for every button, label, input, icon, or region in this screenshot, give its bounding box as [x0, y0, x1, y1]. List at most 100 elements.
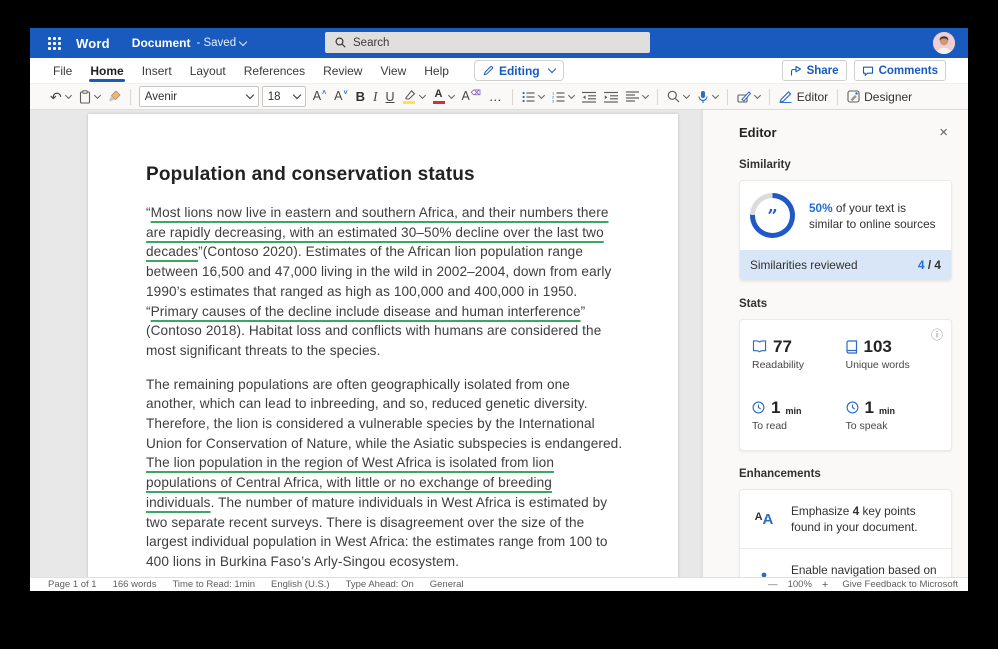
tab-home[interactable]: Home — [81, 58, 132, 83]
chevron-down-icon — [568, 91, 575, 98]
align-icon — [626, 91, 639, 102]
title-bar: Word Document - Saved Search — [30, 28, 968, 58]
ink-pen-icon — [737, 90, 751, 103]
similarity-percent: 50% — [809, 201, 833, 215]
stat-time-to-speak: 1min To speak — [846, 399, 940, 432]
clock-icon — [846, 401, 859, 414]
app-name: Word — [76, 36, 110, 51]
tab-review[interactable]: Review — [314, 58, 371, 83]
chevron-down-icon — [754, 91, 761, 98]
close-icon[interactable]: × — [935, 123, 952, 142]
designer-button[interactable]: Designer — [844, 86, 915, 107]
document-title[interactable]: Document — [132, 36, 191, 50]
find-button[interactable] — [664, 86, 692, 107]
bullets-button[interactable] — [519, 86, 547, 107]
tab-help[interactable]: Help — [415, 58, 458, 83]
format-painter-button[interactable] — [105, 86, 124, 107]
paste-button[interactable] — [76, 86, 103, 107]
editor-pane-title: Editor — [739, 125, 777, 140]
font-color-button[interactable]: A — [430, 86, 457, 107]
document-canvas: Population and conservation status “Most… — [30, 110, 703, 577]
font-name-select[interactable]: Avenir — [139, 86, 259, 107]
info-icon[interactable]: ⓘ — [931, 326, 943, 343]
stat-time-to-read: 1min To read — [752, 399, 846, 432]
emphasize-icon: AA — [750, 511, 778, 528]
chevron-down-icon — [94, 91, 101, 98]
ink-editor-button[interactable] — [734, 86, 763, 107]
save-status[interactable]: - Saved — [196, 37, 246, 49]
chevron-down-icon — [712, 91, 719, 98]
more-formatting-button[interactable]: … — [486, 86, 506, 107]
highlight-button[interactable] — [400, 86, 428, 107]
paragraph-2: The remaining populations are often geog… — [146, 375, 623, 572]
dictate-button[interactable] — [694, 86, 721, 107]
font-size-select[interactable]: 18 — [262, 86, 306, 107]
comment-icon — [862, 65, 874, 77]
zoom-out-button[interactable]: — — [768, 579, 778, 590]
designer-icon — [847, 90, 860, 103]
undo-button[interactable]: ↶ — [47, 86, 74, 107]
underline-button[interactable]: U — [383, 86, 398, 107]
book-open-icon — [752, 340, 767, 353]
app-launcher-icon[interactable] — [48, 37, 61, 50]
tab-file[interactable]: File — [44, 58, 81, 83]
stat-readability: 77 Readability — [752, 338, 846, 371]
enhancements-card: AA Emphasize 4 key points found in your … — [739, 489, 952, 577]
editing-mode-label: Editing — [499, 64, 540, 78]
zoom-in-button[interactable]: + — [822, 579, 828, 591]
alignment-button[interactable] — [623, 86, 651, 107]
search-placeholder: Search — [353, 37, 389, 49]
ribbon-tab-bar: File Home Insert Layout References Revie… — [30, 58, 968, 84]
clear-formatting-button[interactable]: A⌫ — [459, 86, 484, 107]
language[interactable]: English (U.S.) — [271, 579, 330, 590]
similarities-reviewed-row[interactable]: Similarities reviewed 4 / 4 — [740, 250, 951, 280]
search-input[interactable]: Search — [325, 32, 650, 53]
editor-pane: Editor × Similarity ” 50% of your text i… — [703, 110, 968, 577]
chevron-down-icon — [239, 37, 247, 45]
decrease-indent-button[interactable] — [579, 86, 599, 107]
italic-button[interactable]: I — [370, 86, 381, 107]
share-label: Share — [807, 65, 839, 77]
comments-button[interactable]: Comments — [854, 60, 946, 81]
word-count[interactable]: 166 words — [113, 579, 157, 590]
bold-button[interactable]: B — [353, 86, 368, 107]
avatar[interactable] — [933, 32, 955, 54]
stats-card: ⓘ 77 Readability 103 Unique words — [739, 319, 952, 451]
pencil-icon — [483, 65, 494, 76]
chevron-down-icon — [538, 91, 545, 98]
similarity-summary: 50% of your text is similar to online so… — [809, 200, 941, 232]
tab-layout[interactable]: Layout — [181, 58, 235, 83]
similarity-section-label: Similarity — [739, 159, 952, 171]
similarity-flagged-text[interactable]: Primary causes of the decline include di… — [151, 304, 581, 319]
tab-insert[interactable]: Insert — [133, 58, 181, 83]
outdent-icon — [582, 91, 596, 103]
type-ahead[interactable]: Type Ahead: On — [346, 579, 414, 590]
paragraph-1: “Most lions now live in eastern and sout… — [146, 203, 623, 361]
tab-view[interactable]: View — [371, 58, 415, 83]
editor-button[interactable]: Editor — [776, 86, 831, 107]
highlighter-icon — [403, 90, 416, 104]
enhancements-section-label: Enhancements — [739, 468, 952, 480]
font-name-value: Avenir — [145, 91, 177, 103]
grow-font-button[interactable]: A˄ — [310, 86, 329, 107]
document-view-mode[interactable]: General — [430, 579, 464, 590]
document-page[interactable]: Population and conservation status “Most… — [88, 114, 678, 577]
increase-indent-button[interactable] — [601, 86, 621, 107]
zoom-level[interactable]: 100% — [788, 579, 812, 590]
stat-unique-words: 103 Unique words — [846, 338, 940, 371]
page-count[interactable]: Page 1 of 1 — [48, 579, 97, 590]
share-button[interactable]: Share — [782, 60, 847, 81]
numbering-button[interactable]: 123 — [549, 86, 577, 107]
shrink-font-button[interactable]: A˅ — [331, 86, 350, 107]
tab-references[interactable]: References — [235, 58, 314, 83]
editor-pen-icon — [779, 90, 793, 103]
paintbrush-icon — [108, 90, 121, 103]
emphasize-key-points-row[interactable]: AA Emphasize 4 key points found in your … — [740, 490, 951, 548]
editing-mode-button[interactable]: Editing — [474, 60, 564, 81]
font-size-value: 18 — [268, 91, 281, 103]
bulleted-list-icon — [522, 91, 535, 103]
svg-text:3: 3 — [552, 98, 555, 102]
time-to-read[interactable]: Time to Read: 1min — [172, 579, 255, 590]
enable-navigation-row[interactable]: Enable navigation based on 3 detected he… — [740, 548, 951, 577]
feedback-link[interactable]: Give Feedback to Microsoft — [842, 579, 958, 590]
